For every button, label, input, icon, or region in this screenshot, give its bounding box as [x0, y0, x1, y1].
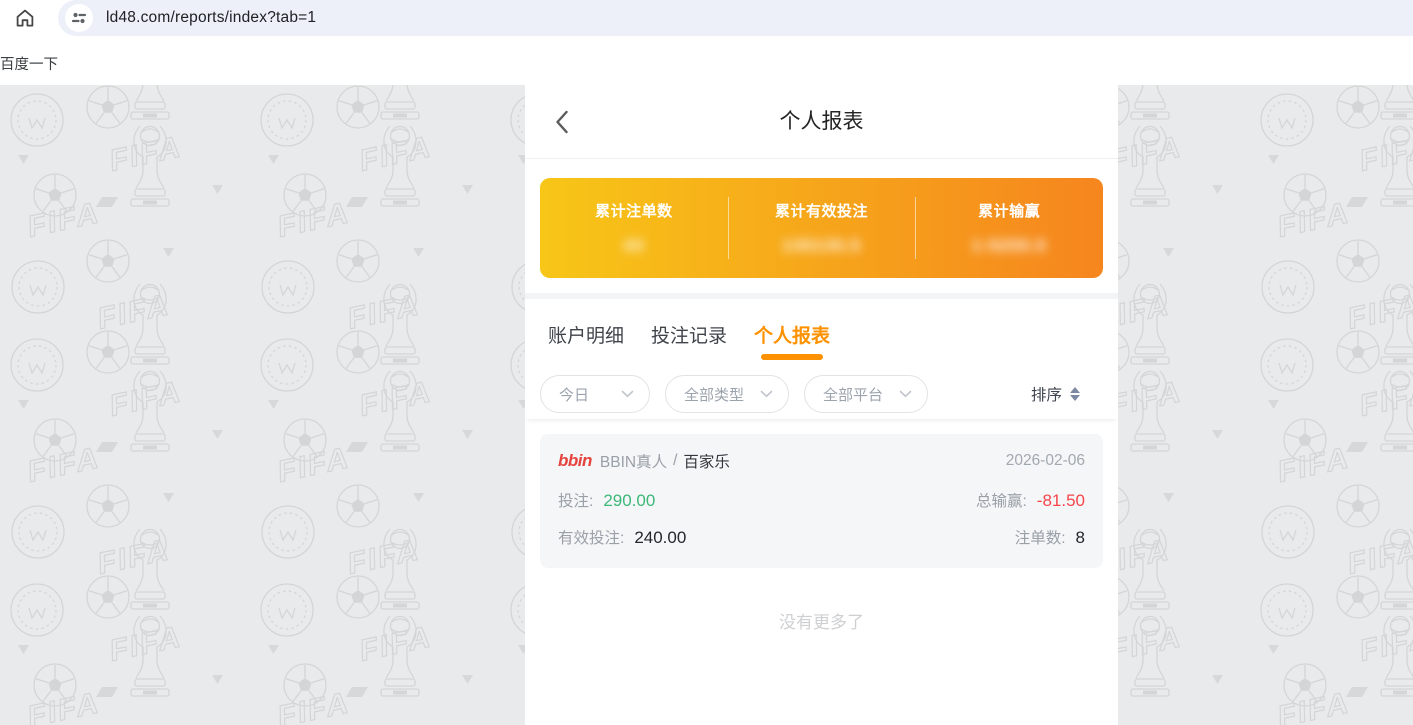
page-background: FIFA [0, 85, 1413, 725]
sort-button[interactable]: 排序 [1031, 383, 1103, 405]
back-button[interactable] [555, 110, 569, 134]
chevron-down-icon [621, 390, 634, 398]
bookmarks-bar: 百度一下 [0, 36, 1413, 85]
bet-count-label: 注单数: [1014, 530, 1066, 547]
record-date: 2026-02-06 [1005, 452, 1085, 469]
url-text[interactable]: ld48.com/reports/index?tab=1 [106, 9, 316, 27]
browser-toolbar: ld48.com/reports/index?tab=1 [0, 0, 1413, 36]
sort-label: 排序 [1030, 387, 1062, 404]
valid-bet-value: 240.00 [634, 528, 687, 547]
date-filter-dropdown[interactable]: 今日 [540, 375, 650, 413]
stat-value-masked: 43 [623, 236, 645, 255]
platform-filter-label: 全部平台 [823, 386, 884, 404]
stat-total-winloss: 累计输赢 1-5255.5 [915, 200, 1103, 256]
home-icon [16, 9, 34, 27]
tab-personal-report[interactable]: 个人报表 [754, 299, 830, 369]
stat-total-valid-bet: 累计有效投注 135135.5 [728, 200, 916, 256]
date-filter-label: 今日 [559, 386, 590, 404]
record-card[interactable]: bbin BBIN真人 / 百家乐 2026-02-06 投注: 290.00 … [540, 434, 1103, 568]
winloss-label: 总输赢: [975, 493, 1027, 510]
bookmark-item-baidu[interactable]: 百度一下 [0, 53, 58, 74]
stat-label: 累计有效投注 [775, 203, 869, 220]
type-filter-label: 全部类型 [684, 386, 745, 404]
platform-filter-dropdown[interactable]: 全部平台 [804, 375, 928, 413]
tabs-bar: 账户明细 投注记录 个人报表 [525, 299, 1118, 369]
winloss-value: -81.50 [1036, 491, 1085, 510]
tab-account-details[interactable]: 账户明细 [548, 299, 624, 369]
chevron-down-icon [899, 390, 912, 398]
stat-label: 累计输赢 [978, 203, 1041, 220]
game-name: 百家乐 [683, 454, 730, 471]
filters-bar: 今日 全部类型 全部平台 排序 [525, 369, 1118, 419]
bet-label: 投注: [558, 493, 594, 510]
valid-bet-label: 有效投注: [558, 530, 625, 547]
stat-value-masked: 1-5255.5 [971, 236, 1047, 255]
provider-name: BBIN真人 [599, 454, 668, 471]
stat-label: 累计注单数 [595, 203, 673, 220]
address-bar[interactable]: ld48.com/reports/index?tab=1 [58, 0, 1413, 36]
separator: / [673, 452, 678, 469]
home-button[interactable] [13, 6, 37, 30]
report-panel: 个人报表 累计注单数 43 累计有效投注 135135.5 累计输赢 1-525… [525, 85, 1118, 725]
bet-value: 290.00 [603, 491, 656, 510]
site-settings-button[interactable] [65, 4, 93, 32]
type-filter-dropdown[interactable]: 全部类型 [665, 375, 789, 413]
bbin-logo: bbin [558, 451, 592, 470]
tune-icon [71, 12, 87, 24]
panel-header: 个人报表 [525, 85, 1118, 159]
no-more-text: 没有更多了 [779, 613, 864, 632]
chevron-down-icon [760, 390, 773, 398]
chevron-left-icon [556, 110, 568, 134]
stat-value-masked: 135135.5 [782, 236, 861, 255]
stat-total-bet-count: 累计注单数 43 [540, 200, 728, 256]
summary-stats-card: 累计注单数 43 累计有效投注 135135.5 累计输赢 1-5255.5 [540, 178, 1103, 278]
tab-bet-records[interactable]: 投注记录 [651, 299, 727, 369]
sort-arrows-icon [1070, 387, 1080, 401]
bet-count-value: 8 [1075, 528, 1085, 547]
records-list: bbin BBIN真人 / 百家乐 2026-02-06 投注: 290.00 … [525, 419, 1118, 568]
page-title: 个人报表 [779, 110, 864, 133]
